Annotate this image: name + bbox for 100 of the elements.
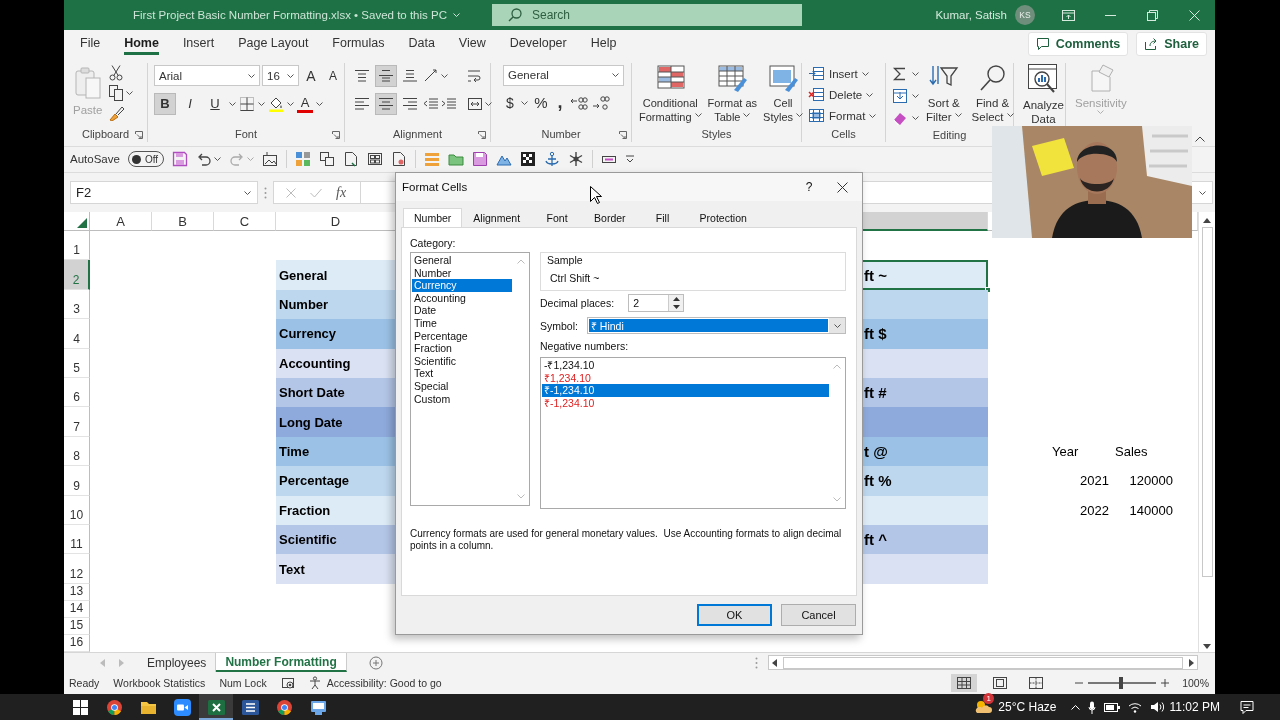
currency-button[interactable]: $ <box>503 91 517 114</box>
chevron-down-icon[interactable] <box>861 71 869 76</box>
increase-decimal-icon[interactable] <box>570 94 588 111</box>
fill-down-icon[interactable] <box>892 87 908 104</box>
text-orientation-icon[interactable] <box>423 67 439 84</box>
tiles-icon[interactable] <box>295 151 312 168</box>
list-item[interactable]: Text <box>412 367 512 380</box>
chevron-down-icon[interactable] <box>287 101 294 106</box>
add-sheet-icon[interactable] <box>368 655 383 670</box>
chevron-up-icon[interactable] <box>1070 704 1080 710</box>
borders-icon[interactable] <box>239 95 255 112</box>
dialog-launcher-icon[interactable] <box>135 130 143 139</box>
restore-icon[interactable] <box>1146 9 1158 21</box>
drag-handle-icon[interactable] <box>755 656 758 669</box>
insert-function-button[interactable]: fx <box>336 184 347 201</box>
chevron-down-icon[interactable] <box>954 113 962 118</box>
chevron-down-icon[interactable] <box>521 100 528 105</box>
wrap-text-icon[interactable] <box>466 67 482 84</box>
font-size-dropdown[interactable]: 16 <box>262 65 299 87</box>
list-item[interactable]: Custom <box>412 392 512 406</box>
row-header[interactable]: 11 <box>64 524 90 555</box>
grid-icon[interactable] <box>367 151 384 168</box>
undo-icon[interactable] <box>196 151 213 168</box>
ribbon-button[interactable]: Delete <box>808 84 877 105</box>
ribbon-button[interactable]: Analyze Data <box>1020 62 1067 126</box>
row-header[interactable]: 7 <box>64 407 90 437</box>
weather-text[interactable]: 25°C Haze <box>998 700 1057 714</box>
chevron-down-icon[interactable] <box>287 73 294 78</box>
search-field[interactable]: Search <box>492 4 802 26</box>
chevron-down-icon[interactable] <box>229 101 236 106</box>
zoom-level[interactable]: 100% <box>1182 677 1209 690</box>
wifi-icon[interactable] <box>1127 701 1142 713</box>
scroll-down-icon[interactable] <box>1203 643 1211 649</box>
chevron-down-icon[interactable] <box>214 157 222 162</box>
align-button[interactable] <box>375 92 397 115</box>
font-style-button[interactable]: U <box>204 92 226 115</box>
chevron-down-icon[interactable] <box>869 113 877 118</box>
dialog-launcher-icon[interactable] <box>332 130 340 139</box>
chevron-down-icon[interactable] <box>258 101 265 106</box>
list-item[interactable]: Currency <box>412 279 512 292</box>
menu-tab[interactable]: Help <box>578 30 629 58</box>
sum-icon[interactable] <box>892 65 908 82</box>
scrollbar-thumb[interactable] <box>1201 227 1213 578</box>
notification-icon[interactable] <box>1240 700 1254 714</box>
ribbon-button[interactable]: Sort & Filter <box>923 62 965 124</box>
list-item[interactable]: Accounting <box>412 291 512 305</box>
chevron-down-icon[interactable] <box>912 71 919 76</box>
folder-icon[interactable] <box>448 151 465 168</box>
row-header[interactable]: 3 <box>64 289 90 320</box>
spin-up-icon[interactable] <box>672 297 680 301</box>
decimal-spinner[interactable]: 2 <box>628 294 685 312</box>
symbol-dropdown[interactable]: ₹ Hindi <box>586 317 846 334</box>
list-item[interactable]: ₹-1,234.10 <box>542 384 829 397</box>
status-item[interactable]: Workbook Statistics <box>113 677 206 690</box>
save-icon[interactable] <box>472 151 489 168</box>
row-header[interactable]: 16 <box>64 634 90 652</box>
collapse-ribbon-icon[interactable] <box>1195 135 1205 142</box>
header-button[interactable]: Share <box>1136 31 1207 56</box>
scrollbar-thumb[interactable] <box>783 656 1183 669</box>
ribbon-button[interactable]: Find & Select <box>968 62 1017 124</box>
dialog-tab[interactable]: Number <box>403 208 463 227</box>
chevron-down-icon[interactable] <box>1006 113 1014 118</box>
minimize-icon[interactable] <box>1104 14 1116 16</box>
dialog-tab[interactable]: Protection <box>688 208 758 227</box>
scroll-up-icon[interactable] <box>1203 218 1211 224</box>
help-button[interactable]: ? <box>795 180 823 194</box>
snowflake-icon[interactable] <box>568 151 585 168</box>
row-header[interactable]: 13 <box>64 583 90 601</box>
select-all-icon[interactable] <box>77 218 87 229</box>
copy-icon[interactable] <box>109 84 124 101</box>
ribbon-button[interactable]: Format <box>808 105 877 126</box>
scroll-right-icon[interactable] <box>1189 658 1194 667</box>
spin-down-icon[interactable] <box>672 305 680 309</box>
shrink-font-button[interactable]: A <box>323 64 343 87</box>
row-header[interactable]: 12 <box>64 554 90 584</box>
chevron-down-icon[interactable] <box>912 93 919 98</box>
row-header[interactable]: 4 <box>64 319 90 349</box>
horizontal-scrollbar[interactable] <box>768 654 1198 671</box>
copy-icon[interactable] <box>319 151 336 168</box>
ribbon-display-icon[interactable] <box>1061 9 1075 21</box>
dialog-tab[interactable]: Border <box>583 208 637 227</box>
ribbon-button[interactable]: Conditional Formatting <box>638 62 703 124</box>
category-list[interactable]: General Number Currency Accounting Date Time Percentage Fraction Scientific Text Special Custom <box>410 252 530 506</box>
chevron-down-icon[interactable] <box>866 92 874 97</box>
menu-tab[interactable]: File <box>68 30 113 58</box>
dialog-launcher-icon[interactable] <box>619 130 627 139</box>
ribbon-button[interactable]: Format as Table <box>706 62 759 124</box>
menu-tab[interactable]: Developer <box>497 30 579 58</box>
volume-icon[interactable] <box>1149 701 1164 713</box>
list-item[interactable]: Scientific <box>412 354 512 368</box>
fill-color-icon[interactable] <box>268 95 284 112</box>
ribbon-button[interactable]: Insert <box>808 63 877 84</box>
decrease-decimal-icon[interactable] <box>592 94 610 111</box>
font-family-dropdown[interactable]: Arial <box>154 65 260 87</box>
row-header[interactable]: 8 <box>64 436 90 467</box>
row-header[interactable]: 14 <box>64 600 90 618</box>
document-icon[interactable] <box>343 151 360 168</box>
ribbon-button[interactable]: Cell Styles <box>762 62 805 124</box>
format-painter-icon[interactable] <box>109 104 126 121</box>
vertical-scrollbar[interactable] <box>1198 212 1215 652</box>
